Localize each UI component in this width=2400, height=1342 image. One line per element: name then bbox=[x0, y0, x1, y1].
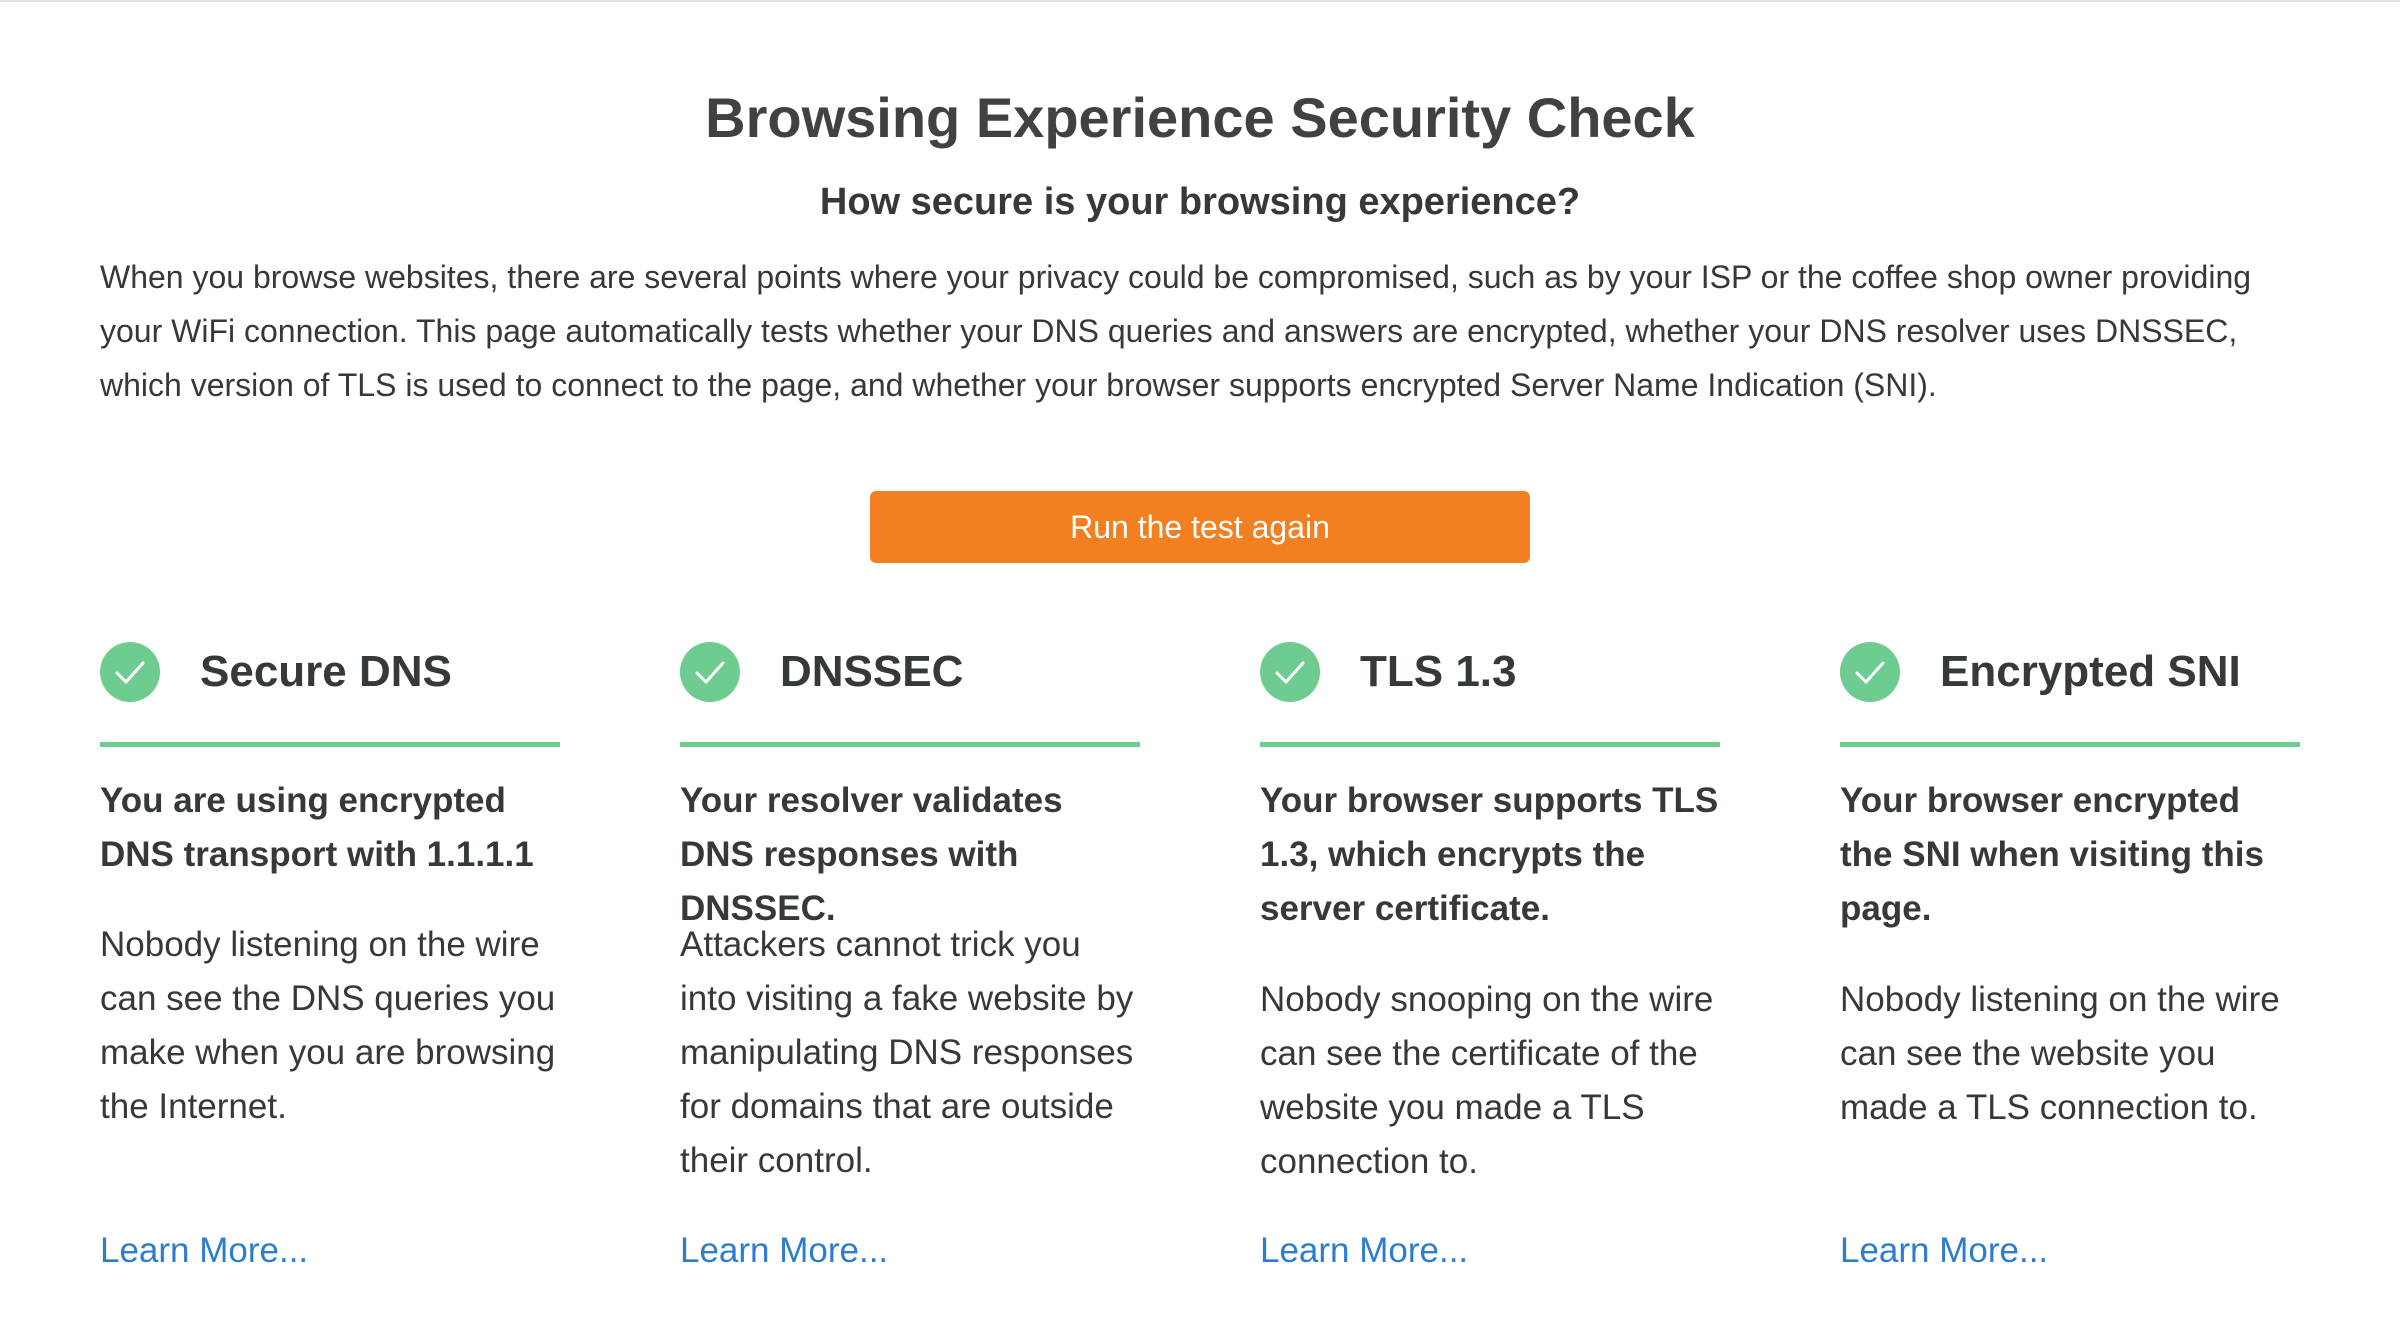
result-card-tls: TLS 1.3 Your browser supports TLS 1.3, w… bbox=[1260, 640, 1720, 1280]
result-card-secure-dns: Secure DNS You are using encrypted DNS t… bbox=[100, 640, 560, 1280]
card-summary: Your browser encrypted the SNI when visi… bbox=[1840, 781, 2264, 928]
result-card-dnssec: DNSSEC Your resolver validates DNS respo… bbox=[680, 640, 1140, 1280]
card-description: Attackers cannot trick you into visiting… bbox=[680, 925, 1134, 1180]
card-divider bbox=[100, 742, 560, 747]
card-header: TLS 1.3 bbox=[1260, 640, 1720, 747]
learn-more-link-tls[interactable]: Learn More... bbox=[1260, 1224, 1468, 1278]
card-header: DNSSEC bbox=[680, 640, 1140, 747]
card-summary: You are using encrypted DNS transport wi… bbox=[100, 781, 534, 874]
learn-more-link-secure-dns[interactable]: Learn More... bbox=[100, 1224, 308, 1278]
intro-paragraph: When you browse websites, there are seve… bbox=[100, 259, 2252, 403]
card-title: DNSSEC bbox=[780, 647, 964, 696]
check-icon bbox=[680, 642, 740, 702]
check-icon bbox=[1840, 642, 1900, 702]
card-header: Secure DNS bbox=[100, 640, 560, 747]
card-divider bbox=[1260, 742, 1720, 747]
learn-more-link-dnssec[interactable]: Learn More... bbox=[680, 1224, 888, 1278]
card-description: Nobody listening on the wire can see the… bbox=[100, 925, 556, 1126]
security-check-page: Browsing Experience Security Check How s… bbox=[0, 0, 2400, 1342]
page-title: Browsing Experience Security Check bbox=[705, 86, 1695, 149]
page-subtitle: How secure is your browsing experience? bbox=[819, 181, 1581, 223]
card-description: Nobody snooping on the wire can see the … bbox=[1260, 980, 1714, 1181]
run-test-again-button[interactable]: Run the test again bbox=[870, 491, 1530, 563]
card-divider bbox=[1840, 742, 2300, 747]
card-title: TLS 1.3 bbox=[1360, 647, 1517, 696]
card-divider bbox=[680, 742, 1140, 747]
card-description: Nobody listening on the wire can see the… bbox=[1840, 980, 2280, 1127]
check-icon bbox=[1260, 642, 1320, 702]
result-card-encrypted-sni: Encrypted SNI Your browser encrypted the… bbox=[1840, 640, 2300, 1280]
card-title: Encrypted SNI bbox=[1940, 647, 2241, 696]
card-title: Secure DNS bbox=[200, 647, 452, 696]
card-summary: Your resolver validates DNS responses wi… bbox=[680, 781, 1063, 928]
check-icon bbox=[100, 642, 160, 702]
card-summary: Your browser supports TLS 1.3, which enc… bbox=[1260, 781, 1719, 928]
learn-more-link-encrypted-sni[interactable]: Learn More... bbox=[1840, 1224, 2048, 1278]
card-header: Encrypted SNI bbox=[1840, 640, 2300, 747]
